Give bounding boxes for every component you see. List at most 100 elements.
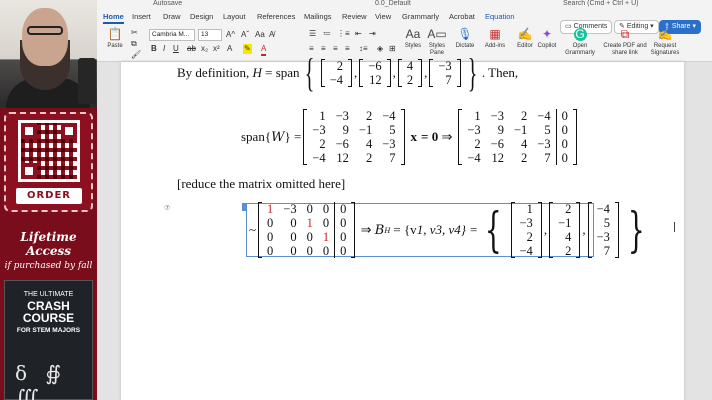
- matrix-cell: 4: [565, 230, 572, 244]
- subscript-icon[interactable]: x₂: [201, 44, 208, 54]
- copy-icon[interactable]: ⧉: [131, 39, 137, 49]
- basis-left-brace: {: [484, 202, 502, 258]
- bullets-icon[interactable]: ☰: [309, 29, 316, 39]
- styles-pane-button[interactable]: A▭ Styles Pane: [425, 28, 449, 57]
- vector-table: 42: [402, 59, 418, 87]
- decrease-indent-icon[interactable]: ⇤: [355, 29, 362, 39]
- request-signatures-button[interactable]: ✍ Request Signatures: [647, 28, 683, 57]
- create-pdf-icon: ⧉: [620, 27, 630, 41]
- cell: 7: [445, 73, 452, 87]
- styles-icon: Aa: [405, 27, 421, 41]
- strikethrough-icon[interactable]: ab: [187, 44, 196, 54]
- cut-icon[interactable]: ✂: [131, 28, 138, 38]
- tab-design[interactable]: Design: [190, 12, 213, 21]
- basis-vector-1: 1 −3 2 −4: [510, 202, 542, 258]
- highlight-icon[interactable]: ✎: [243, 44, 252, 54]
- basis-equals: = {v: [393, 222, 417, 237]
- align-center-icon[interactable]: ≡: [321, 44, 326, 54]
- tab-mailings[interactable]: Mailings: [304, 12, 332, 21]
- document-page[interactable]: By definition, H = span { 2 −4, −6 12, 42,…: [121, 53, 684, 400]
- definition-line: By definition, H = span { 2 −4, −6 12, 42,…: [177, 50, 519, 95]
- copilot-label: Copilot: [537, 43, 557, 49]
- editor-button[interactable]: ✍ Editor: [514, 28, 536, 50]
- vector-table: 2 −4: [325, 59, 348, 87]
- add-ins-button[interactable]: ▦ Add-ins: [482, 28, 508, 50]
- paste-button[interactable]: 📋 Paste: [105, 28, 125, 50]
- format-painter-icon[interactable]: 🖌: [131, 50, 141, 60]
- tab-draw[interactable]: Draw: [163, 12, 181, 21]
- tab-insert[interactable]: Insert: [132, 12, 151, 21]
- request-signatures-label: Request Signatures: [650, 43, 680, 56]
- matrix-cell: 7: [544, 151, 551, 165]
- matrix-cell: 9: [342, 123, 349, 137]
- styles-pane-label: Styles Pane: [428, 43, 446, 56]
- matrix-cell: −3: [312, 123, 326, 137]
- clear-format-icon[interactable]: A̸: [269, 30, 274, 40]
- dictate-button[interactable]: 🎙 Dictate: [452, 28, 478, 50]
- matrix-cell: −3: [596, 230, 610, 244]
- search-box[interactable]: Search (Cmd + Ctrl + U): [563, 0, 638, 7]
- multilevel-icon[interactable]: ⋮≡: [337, 29, 350, 39]
- text-effects-icon[interactable]: A: [227, 44, 232, 54]
- change-case-icon[interactable]: Aa: [255, 30, 265, 40]
- cell: −4: [329, 73, 344, 87]
- ribbon-tabs: Home Insert Draw Design Layout Reference…: [97, 10, 712, 34]
- underline-icon[interactable]: U: [173, 44, 179, 54]
- font-size-select[interactable]: 13: [198, 29, 222, 41]
- matrix-cell: 0: [555, 137, 573, 151]
- increase-indent-icon[interactable]: ⇥: [369, 29, 376, 39]
- tab-home[interactable]: Home: [103, 12, 124, 24]
- microphone-icon: 🎙: [457, 27, 473, 41]
- italic-icon[interactable]: I: [163, 44, 165, 54]
- grammarly-label: Open Grammarly: [565, 43, 595, 56]
- autosave-label[interactable]: Autosave: [153, 0, 182, 7]
- font-name-select[interactable]: Cambria M...: [149, 29, 195, 41]
- tab-grammarly[interactable]: Grammarly: [402, 12, 439, 21]
- tab-equation[interactable]: Equation: [485, 12, 515, 21]
- span-vector-4: −3 7: [429, 59, 461, 87]
- styles-label: Styles: [404, 43, 422, 49]
- grammarly-button[interactable]: G Open Grammarly: [563, 28, 597, 57]
- copilot-button[interactable]: ✦ Copilot: [535, 28, 559, 50]
- matrix-cell: −3: [335, 109, 349, 123]
- tab-view[interactable]: View: [375, 12, 391, 21]
- rref-equation: ~ 1 −3 0 0 0 0 0 1 0 0 0 0 0 1 0 0 0 0 0 0 ⇒ BH = {v 1, v3, …: [249, 202, 645, 258]
- matrix-cell: 0: [555, 151, 573, 165]
- matrix-cell: 4: [521, 137, 528, 151]
- line-spacing-icon[interactable]: ↕≡: [359, 44, 368, 54]
- tab-references[interactable]: References: [257, 12, 295, 21]
- align-right-icon[interactable]: ≡: [333, 44, 338, 54]
- definition-suffix: . Then,: [481, 65, 519, 80]
- matrix-cell: 2: [365, 109, 373, 123]
- create-pdf-button[interactable]: ⧉ Create PDF and share link: [603, 28, 647, 57]
- microphone-icon: [78, 58, 96, 104]
- matrix-cell: 7: [389, 151, 396, 165]
- span-vector-2: −6 12: [359, 59, 391, 87]
- qr-code[interactable]: [18, 120, 80, 182]
- borders-icon[interactable]: ⊞: [389, 44, 396, 54]
- matrix-cell: −3: [519, 216, 533, 230]
- shrink-font-icon[interactable]: Aˇ: [241, 30, 249, 40]
- tab-acrobat[interactable]: Acrobat: [449, 12, 475, 21]
- tab-layout[interactable]: Layout: [223, 12, 246, 21]
- document-canvas[interactable]: By definition, H = span { 2 −4, −6 12, 42,…: [97, 53, 712, 400]
- numbering-icon[interactable]: ≔: [323, 29, 331, 39]
- matrix-cell: −1: [513, 123, 528, 137]
- qr-order-card[interactable]: ORDER: [4, 112, 93, 212]
- equation-editor-box[interactable]: ~ 1 −3 0 0 0 0 0 1 0 0 0 0 0 1 0 0 0 0 0 0 ⇒ BH = {v 1, v3, …: [242, 202, 645, 258]
- equation-handle[interactable]: [242, 203, 246, 211]
- font-color-icon[interactable]: A: [261, 44, 267, 56]
- superscript-icon[interactable]: x²: [213, 44, 220, 54]
- implies-arrow-2: ⇒: [360, 222, 372, 237]
- justify-icon[interactable]: ≡: [345, 44, 350, 54]
- tab-review[interactable]: Review: [342, 12, 367, 21]
- bold-icon[interactable]: B: [151, 44, 157, 54]
- matrix-cell: 0: [267, 216, 274, 230]
- dictate-label: Dictate: [455, 43, 475, 49]
- math-symbols-icon: δ ∯ ∭: [15, 361, 68, 400]
- order-label[interactable]: ORDER: [16, 188, 82, 204]
- styles-button[interactable]: Aa Styles: [401, 28, 425, 50]
- shading-icon[interactable]: ◈: [377, 44, 383, 54]
- paragraph-marker: ⑦: [164, 205, 171, 212]
- grow-font-icon[interactable]: A^: [226, 30, 235, 40]
